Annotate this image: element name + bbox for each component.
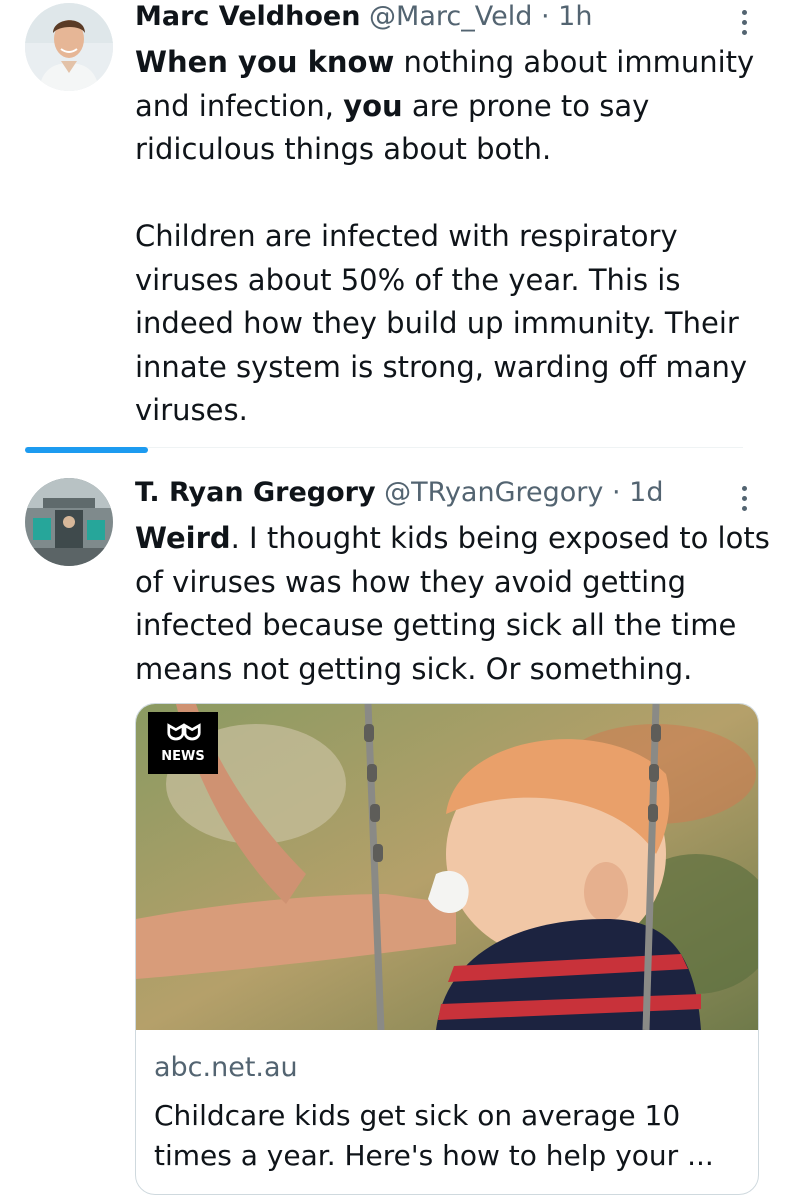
author-name[interactable]: T. Ryan Gregory xyxy=(135,477,376,508)
abc-news-logo: ᗢᗢ NEWS xyxy=(148,712,218,774)
separator-dot: · xyxy=(611,477,621,508)
tweet-paragraph: Children are infected with respiratory v… xyxy=(135,219,748,427)
timestamp[interactable]: 1h xyxy=(558,1,592,32)
bold-phrase: you xyxy=(343,88,403,123)
separator-dot: · xyxy=(540,1,550,32)
text-segment: . I thought kids being exposed to lots o… xyxy=(135,521,770,686)
tweet-marc-veldhoen[interactable]: Marc Veldhoen @Marc_Veld · 1h When you k… xyxy=(0,0,785,445)
link-preview-card[interactable]: ᗢᗢ NEWS abc.net.au Childcare kids get si… xyxy=(135,703,759,1195)
bold-phrase: When you know xyxy=(135,45,395,79)
author-name[interactable]: Marc Veldhoen xyxy=(135,1,360,32)
tweet-header: Marc Veldhoen @Marc_Veld · 1h xyxy=(135,0,725,34)
timestamp[interactable]: 1d xyxy=(629,477,663,508)
avatar[interactable] xyxy=(25,478,113,566)
tweet-text: When you know nothing about immunity and… xyxy=(135,41,775,433)
author-handle[interactable]: @Marc_Veld xyxy=(369,1,532,32)
tweet-header: T. Ryan Gregory @TRyanGregory · 1d xyxy=(135,476,725,510)
avatar[interactable] xyxy=(25,3,113,91)
more-vertical-icon[interactable] xyxy=(739,10,749,35)
more-vertical-icon[interactable] xyxy=(739,486,749,511)
logo-text: NEWS xyxy=(161,748,205,764)
card-domain[interactable]: abc.net.au xyxy=(154,1052,298,1083)
tweet-text: Weird. I thought kids being exposed to l… xyxy=(135,517,775,691)
author-handle[interactable]: @TRyanGregory xyxy=(384,477,603,508)
card-image[interactable]: ᗢᗢ NEWS xyxy=(136,704,758,1030)
card-title[interactable]: Childcare kids get sick on average 10 ti… xyxy=(154,1096,734,1176)
abc-mark-icon: ᗢᗢ xyxy=(166,720,202,746)
bold-phrase: Weird xyxy=(135,521,231,555)
scroll-progress-bar xyxy=(25,447,148,453)
